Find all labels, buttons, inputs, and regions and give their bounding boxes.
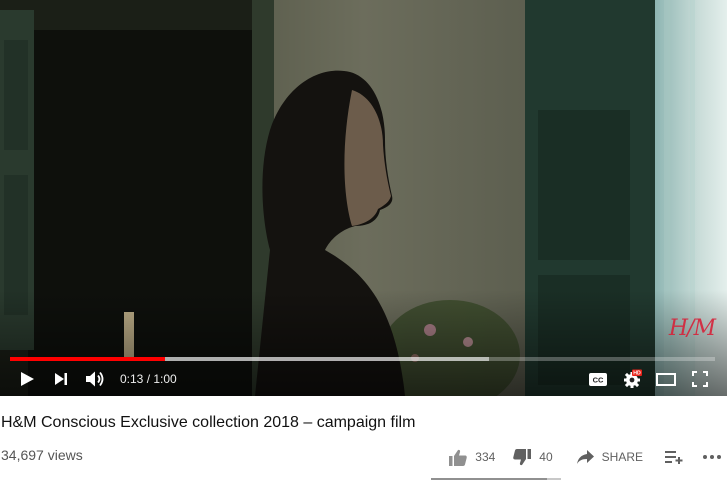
fullscreen-button[interactable]: [683, 364, 717, 394]
progress-played: [10, 357, 166, 361]
thumbs-up-icon: [449, 449, 468, 466]
theater-mode-button[interactable]: [649, 364, 683, 394]
fullscreen-icon: [692, 371, 708, 387]
hd-badge: HD: [633, 371, 641, 377]
progress-bar[interactable]: [10, 357, 715, 361]
video-title: H&M Conscious Exclusive collection 2018 …: [1, 414, 416, 431]
sentiment-bar: [431, 478, 561, 480]
theater-mode-icon: [656, 372, 676, 386]
mute-button[interactable]: [78, 364, 112, 394]
next-button[interactable]: [44, 364, 78, 394]
current-time: 0:13: [120, 372, 144, 386]
dislike-button[interactable]: 40: [513, 448, 553, 466]
like-count: 334: [475, 450, 496, 464]
more-actions-button[interactable]: [703, 455, 721, 459]
duration: 1:00: [153, 372, 177, 386]
next-icon: [55, 373, 67, 385]
player-controls: 0:13 / 1:00 CC HD: [0, 364, 727, 394]
video-frame[interactable]: [0, 0, 727, 396]
brand-watermark: H/M: [668, 316, 716, 341]
time-display: 0:13 / 1:00: [120, 372, 177, 386]
add-to-playlist-icon: [665, 451, 683, 464]
view-count: 34,697 views: [1, 447, 83, 463]
dislike-count: 40: [539, 450, 553, 464]
svg-text:CC: CC: [593, 375, 604, 384]
save-to-playlist-button[interactable]: [665, 450, 683, 464]
video-meta-row: 34,697 views 334 40 SHARE: [0, 444, 727, 470]
captions-button[interactable]: CC: [581, 364, 615, 394]
play-button[interactable]: [10, 364, 44, 394]
more-horizontal-icon: [703, 455, 721, 459]
captions-icon: CC: [589, 372, 607, 386]
video-player[interactable]: H/M 0:13 / 1:00 CC HD: [0, 0, 727, 396]
settings-gear-icon: HD: [624, 369, 642, 388]
play-icon: [21, 372, 34, 386]
share-button[interactable]: SHARE: [576, 450, 643, 464]
like-button[interactable]: 334: [449, 449, 495, 466]
share-label: SHARE: [601, 450, 643, 464]
sentiment-likes: [431, 478, 547, 480]
thumbs-down-icon: [513, 448, 532, 465]
video-actions: 334 40 SHARE: [431, 444, 721, 470]
settings-button[interactable]: HD: [615, 364, 649, 394]
time-separator: /: [143, 372, 154, 386]
share-arrow-icon: [576, 450, 594, 464]
volume-icon: [86, 371, 104, 387]
